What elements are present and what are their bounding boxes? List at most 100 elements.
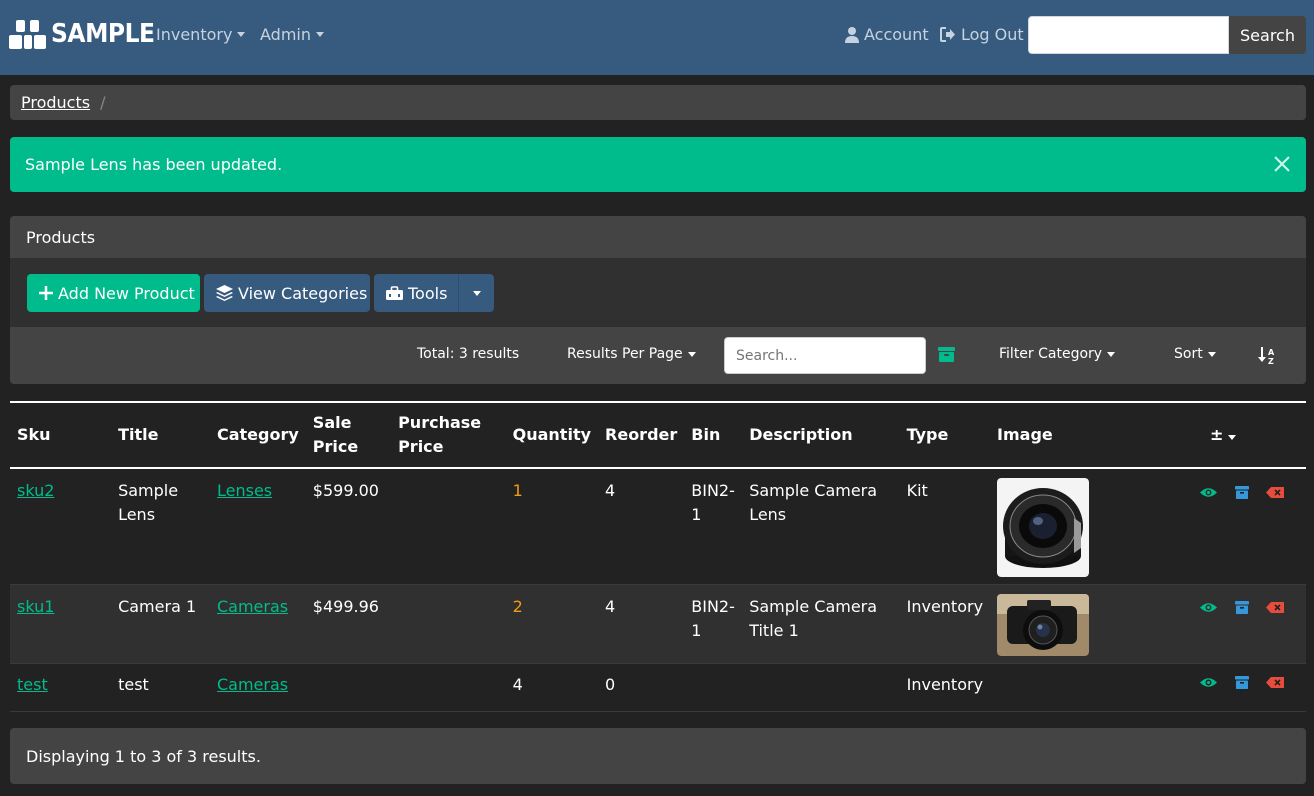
- archive-icon[interactable]: [1225, 675, 1258, 691]
- tools-label: Tools: [408, 283, 448, 303]
- row-actions: [1189, 675, 1299, 691]
- nav-admin-label: Admin: [260, 25, 311, 44]
- nav-logout-link[interactable]: Log Out: [940, 25, 1024, 44]
- caret-down-icon: [1107, 351, 1116, 357]
- brand[interactable]: SAMPLE: [9, 18, 166, 50]
- success-alert: Sample Lens has been updated.: [10, 137, 1306, 192]
- tools-dropdown-toggle[interactable]: [458, 274, 494, 312]
- cell-image: [990, 663, 1182, 711]
- cell-sale-price: $599.00: [312, 481, 379, 500]
- product-thumbnail-lens[interactable]: [997, 478, 1090, 577]
- breadcrumb-products-link[interactable]: Products: [21, 93, 90, 112]
- category-link[interactable]: Cameras: [217, 675, 288, 694]
- filter-category-label: Filter Category: [999, 346, 1103, 362]
- layer-group-icon: [216, 285, 233, 301]
- cell-quantity: 4: [512, 674, 523, 694]
- col-header-quantity[interactable]: Quantity: [506, 402, 598, 468]
- view-categories-button[interactable]: View Categories: [204, 274, 370, 312]
- add-new-product-button[interactable]: Add New Product: [27, 274, 200, 312]
- col-header-bin[interactable]: Bin: [684, 402, 742, 468]
- col-header-image: Image: [997, 425, 1053, 444]
- sort-alpha-down-icon[interactable]: A Z: [1258, 347, 1276, 364]
- view-eye-icon[interactable]: [1192, 484, 1225, 500]
- archive-icon[interactable]: [1225, 484, 1258, 500]
- cell-quantity: 1: [512, 481, 523, 500]
- sort-dropdown[interactable]: Sort: [1174, 346, 1216, 362]
- svg-text:A: A: [1268, 348, 1275, 357]
- plus-icon: [39, 286, 53, 300]
- user-icon: [845, 26, 859, 43]
- delete-icon[interactable]: [1258, 600, 1291, 616]
- product-thumbnail-camera[interactable]: [997, 593, 1090, 656]
- nav-admin-dropdown[interactable]: Admin: [260, 25, 324, 44]
- results-per-page-dropdown[interactable]: Results Per Page: [567, 346, 696, 362]
- col-header-category[interactable]: Category: [210, 402, 306, 468]
- add-new-product-label: Add New Product: [58, 283, 195, 303]
- filter-category-dropdown[interactable]: Filter Category: [999, 346, 1116, 362]
- caret-down-icon: [687, 351, 696, 357]
- navbar-search-input[interactable]: [1028, 16, 1229, 54]
- navbar: SAMPLE Inventory Admin Account Log Out S…: [0, 0, 1314, 75]
- results-toolbar: Total: 3 results Results Per Page Filter…: [10, 327, 1306, 384]
- cell-type: Kit: [906, 481, 928, 500]
- cell-bin: BIN2-1: [691, 481, 735, 524]
- boxes-logo-icon: [9, 20, 46, 49]
- pagination-summary: Displaying 1 to 3 of 3 results.: [26, 746, 261, 766]
- total-results: Total: 3 results: [417, 346, 520, 362]
- col-header-type[interactable]: Type: [900, 402, 990, 468]
- caret-down-icon: [1207, 351, 1216, 357]
- sku-link[interactable]: test: [17, 675, 48, 694]
- products-table: Sku Title Category Sale Price Purchase P…: [10, 401, 1306, 712]
- cell-bin: BIN2-1: [691, 596, 735, 640]
- products-search-input[interactable]: [724, 337, 926, 374]
- table-row: sku1 Camera 1 Cameras $499.96 2 4 BIN2-1…: [10, 584, 1306, 663]
- col-header-title[interactable]: Title: [111, 402, 210, 468]
- cell-title: test: [118, 674, 149, 694]
- sign-out-icon: [940, 27, 955, 42]
- columns-toggle-dropdown[interactable]: ±: [1182, 402, 1306, 468]
- caret-down-icon: [472, 290, 481, 296]
- sku-link[interactable]: sku1: [17, 597, 54, 616]
- cell-bin: [684, 663, 742, 711]
- brand-text: SAMPLE: [51, 19, 155, 49]
- category-link[interactable]: Cameras: [217, 597, 288, 616]
- card-title: Products: [26, 227, 96, 247]
- nav-inventory-dropdown[interactable]: Inventory: [156, 25, 246, 44]
- cell-sale-price: $499.96: [312, 596, 379, 616]
- columns-toggle-label: ±: [1210, 425, 1224, 444]
- cell-sale-price: [306, 663, 391, 711]
- view-eye-icon[interactable]: [1192, 600, 1225, 616]
- table-header-row: Sku Title Category Sale Price Purchase P…: [10, 402, 1306, 468]
- navbar-search-button[interactable]: Search: [1229, 16, 1306, 54]
- tools-button[interactable]: Tools: [374, 274, 458, 312]
- col-header-reorder[interactable]: Reorder: [598, 402, 684, 468]
- card-header: Products: [10, 216, 1306, 258]
- archive-icon[interactable]: [938, 347, 955, 362]
- col-header-sku[interactable]: Sku: [10, 402, 111, 468]
- col-header-description[interactable]: Description: [742, 402, 899, 468]
- close-icon[interactable]: [1272, 154, 1292, 174]
- breadcrumb: Products /: [10, 85, 1306, 120]
- products-card: Products Add New Product View Categories…: [10, 216, 1306, 384]
- delete-icon[interactable]: [1258, 675, 1291, 691]
- col-header-purchase-price[interactable]: Purchase Price: [391, 402, 506, 468]
- pagination-footer: Displaying 1 to 3 of 3 results.: [10, 728, 1306, 784]
- cell-description: Sample Camera Lens: [749, 481, 878, 524]
- view-categories-label: View Categories: [238, 283, 368, 303]
- breadcrumb-separator: /: [100, 93, 106, 112]
- cell-purchase-price: [391, 663, 506, 711]
- archive-icon[interactable]: [1225, 600, 1258, 616]
- cell-title: Camera 1: [118, 596, 197, 616]
- category-link[interactable]: Lenses: [217, 481, 272, 500]
- nav-account-link[interactable]: Account: [845, 25, 929, 44]
- delete-icon[interactable]: [1258, 484, 1291, 500]
- row-actions: [1189, 600, 1299, 616]
- sku-link[interactable]: sku2: [17, 481, 54, 500]
- sort-label: Sort: [1174, 346, 1203, 362]
- table-row: test test Cameras 4 0 Inventory: [10, 663, 1306, 711]
- view-eye-icon[interactable]: [1192, 675, 1225, 691]
- toolbox-icon: [386, 285, 403, 300]
- col-header-sale-price[interactable]: Sale Price: [306, 402, 391, 468]
- caret-down-icon: [237, 32, 246, 37]
- cell-title: Sample Lens: [118, 481, 179, 524]
